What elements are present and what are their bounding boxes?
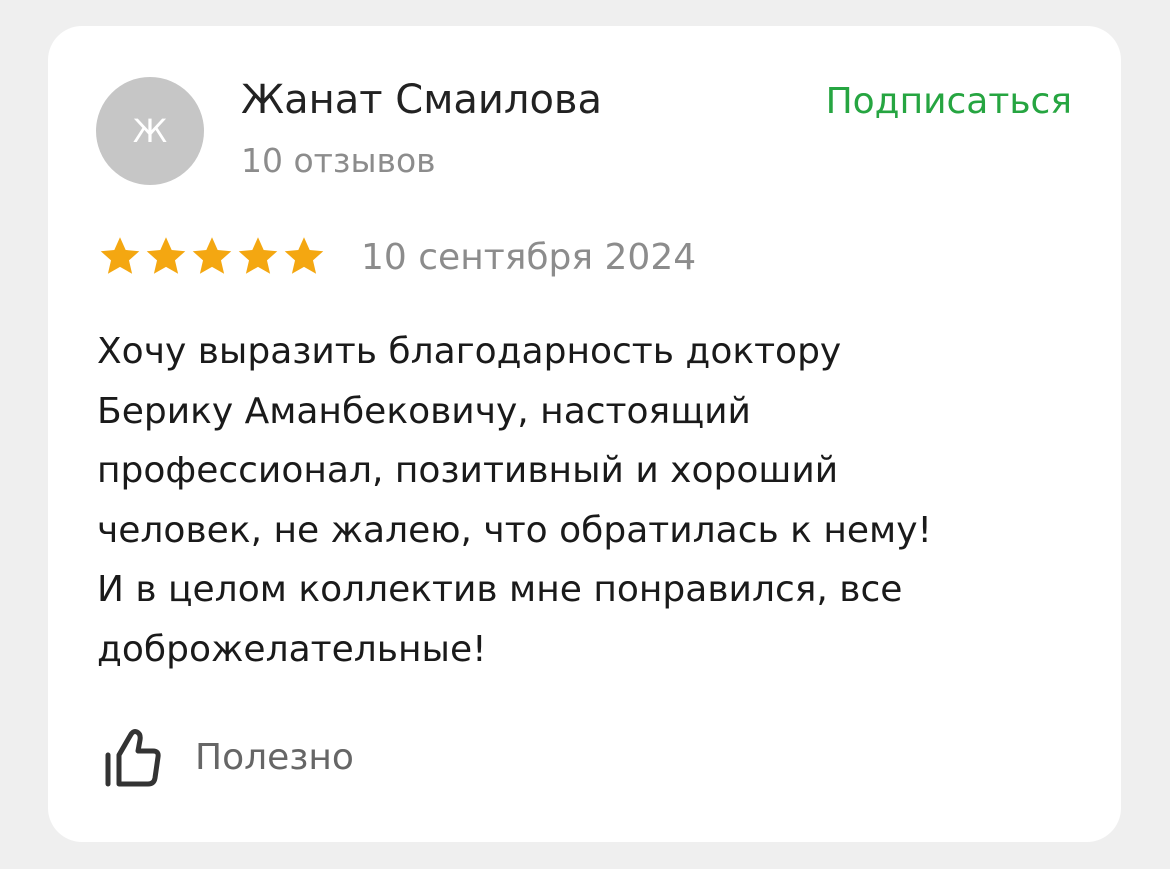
review-text-line: Берику Аманбековичу, настоящий bbox=[97, 390, 751, 432]
helpful-label: Полезно bbox=[195, 737, 354, 778]
helpful-button[interactable]: Полезно bbox=[103, 727, 354, 789]
review-card: Ж Жанат Смаилова 10 отзывов Подписаться … bbox=[48, 26, 1121, 842]
star-rating bbox=[98, 234, 326, 280]
star-icon bbox=[284, 237, 324, 274]
review-text: Хочу выразить благодарность доктору Бери… bbox=[97, 322, 1087, 679]
author-review-count: 10 отзывов bbox=[241, 141, 436, 180]
star-icon bbox=[238, 237, 278, 274]
avatar-initial: Ж bbox=[132, 112, 168, 150]
subscribe-button[interactable]: Подписаться bbox=[826, 78, 1072, 126]
review-text-line: доброжелательные! bbox=[97, 628, 487, 670]
avatar[interactable]: Ж bbox=[96, 77, 204, 185]
star-icon bbox=[100, 237, 140, 274]
star-icon bbox=[192, 237, 232, 274]
author-name[interactable]: Жанат Смаилова bbox=[241, 74, 602, 126]
thumbs-up-icon bbox=[105, 729, 161, 787]
star-icon bbox=[146, 237, 186, 274]
review-text-line: профессионал, позитивный и хороший bbox=[97, 450, 839, 491]
review-text-line: Хочу выразить благодарность доктору bbox=[97, 331, 842, 372]
review-date: 10 сентября 2024 bbox=[361, 237, 697, 278]
review-text-line: И в целом коллектив мне понравился, все bbox=[97, 569, 903, 610]
review-text-line: человек, не жалею, что обратилась к нему… bbox=[97, 509, 932, 551]
